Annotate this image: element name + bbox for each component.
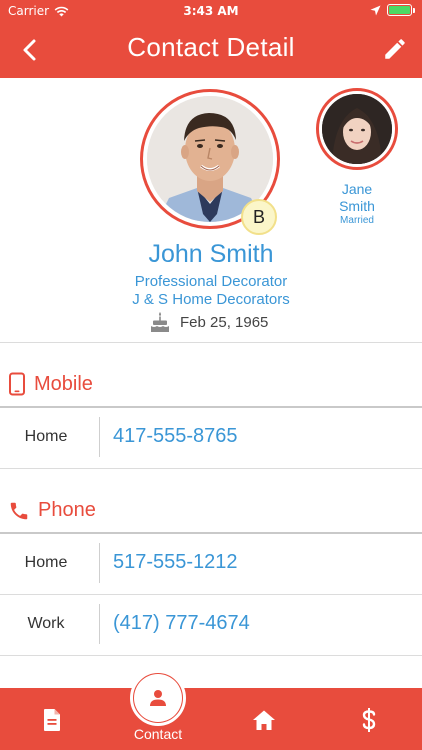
contact-badge: B: [241, 199, 277, 235]
phone-section-divider: [0, 532, 422, 534]
page-title: Contact Detail: [127, 32, 295, 62]
mobile-section-title: Mobile: [8, 372, 93, 396]
birthday-date: Feb 25, 1965: [180, 313, 269, 331]
phone-home-number[interactable]: 517-555-1212: [113, 551, 238, 574]
status-right: [370, 4, 415, 16]
spouse-avatar[interactable]: [316, 88, 398, 170]
phone-home-label: Home: [24, 554, 68, 571]
contact-detail-screen: Carrier 3:43 AM Contact Detail B Jane Sm…: [0, 0, 422, 750]
title-bar: Contact Detail: [0, 22, 422, 78]
phone-section-label: Phone: [38, 499, 96, 521]
edit-button[interactable]: [382, 36, 410, 64]
row-separator: [99, 543, 100, 583]
birthday-cake-icon: [151, 312, 169, 332]
document-icon: [44, 709, 60, 731]
spouse-last-name[interactable]: Smith: [306, 198, 408, 214]
contact-name: John Smith: [148, 240, 274, 268]
spouse-relationship-status: Married: [340, 215, 374, 226]
home-icon: [253, 710, 275, 730]
row-separator: [99, 417, 100, 457]
tab-billing[interactable]: [355, 706, 383, 734]
mobile-section-label: Mobile: [34, 372, 93, 395]
phone-work-number[interactable]: (417) 777-4674: [113, 612, 250, 635]
phone-work-label: Work: [27, 615, 65, 632]
mobile-section-divider: [0, 406, 422, 408]
location-arrow-icon: [370, 5, 381, 15]
person-icon: [150, 690, 166, 706]
app-header: Carrier 3:43 AM Contact Detail: [0, 0, 422, 78]
phone-section-title: Phone: [8, 499, 96, 522]
bottom-nav-bar: [0, 688, 422, 750]
spouse-first-name[interactable]: Jane: [306, 181, 408, 197]
battery-icon: [387, 4, 415, 16]
contact-birthday: Feb 25, 1965: [150, 311, 268, 333]
tab-document[interactable]: [38, 706, 66, 734]
mobile-phone-icon: [9, 372, 25, 396]
dollar-icon: [362, 708, 376, 732]
row-divider: [0, 655, 422, 656]
contact-company: J & S Home Decorators: [132, 291, 290, 308]
pencil-icon: [385, 39, 405, 59]
spouse-photo: [322, 94, 392, 164]
tab-contact-label[interactable]: Contact: [118, 726, 198, 742]
row-separator: [99, 604, 100, 644]
tab-contact[interactable]: [130, 670, 186, 726]
phone-handset-icon: [10, 502, 28, 519]
status-time: 3:43 AM: [183, 4, 239, 18]
mobile-home-number[interactable]: 417-555-8765: [113, 425, 238, 448]
row-divider: [0, 468, 422, 469]
profile-divider: [0, 342, 422, 343]
woman-portrait-icon: [322, 94, 392, 164]
contact-job-title: Professional Decorator: [134, 273, 288, 290]
mobile-home-label: Home: [24, 428, 68, 445]
tab-home[interactable]: [250, 706, 278, 734]
status-bar: Carrier 3:43 AM: [0, 0, 422, 22]
row-divider: [0, 594, 422, 595]
tab-contact-inner: [134, 674, 182, 722]
